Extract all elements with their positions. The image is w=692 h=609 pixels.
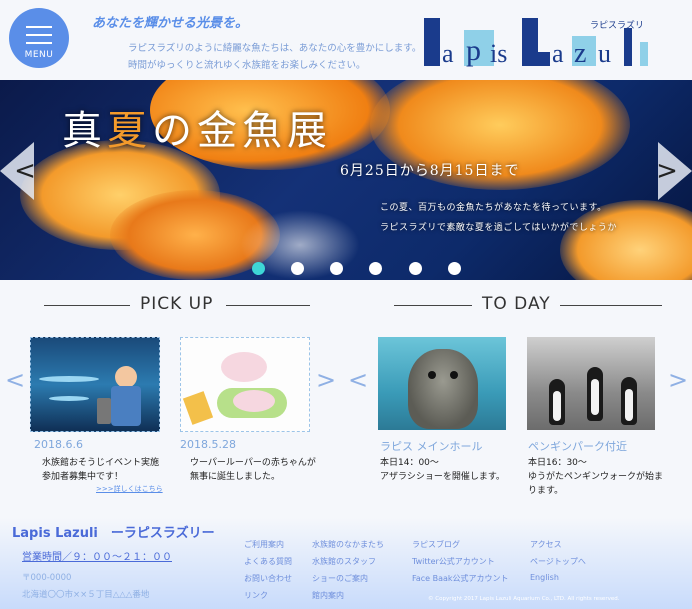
footer-link-facebook[interactable]: Face Baak公式アカウント — [412, 573, 509, 584]
today-text-2: 本日16：30～ ゆうがたペンギンウォークが始ま ります。 — [528, 458, 664, 496]
chevron-right-icon: > — [656, 156, 678, 186]
pickup-date-1: 2018.6.6 — [34, 438, 83, 451]
footer-link-pagetop[interactable]: ページトップへ — [530, 556, 586, 567]
divider — [394, 305, 472, 306]
divider — [44, 305, 130, 306]
today-next-icon[interactable]: > — [668, 366, 688, 394]
hero-title: 真夏の金魚展 — [62, 108, 332, 154]
footer-link-twitter[interactable]: Twitter公式アカウント — [412, 556, 495, 567]
carousel-dot-3[interactable] — [330, 262, 343, 275]
svg-text:p: p — [466, 34, 481, 67]
footer-link-faq[interactable]: よくある質問 — [244, 556, 292, 567]
carousel-prev-button[interactable]: < — [0, 142, 34, 200]
footer-link-english[interactable]: English — [530, 573, 559, 582]
footer-link-floor[interactable]: 館内案内 — [312, 590, 344, 601]
today-card-image-penguins[interactable] — [527, 337, 655, 430]
svg-text:is: is — [490, 39, 507, 68]
pickup-text-1: 水族館おそうじイベント実施 参加者募集中です！ — [42, 458, 160, 482]
footer-link-shows[interactable]: ショーのご案内 — [312, 573, 368, 584]
pickup-card-image-cleaning[interactable] — [30, 337, 160, 432]
today-heading: TO DAY — [482, 294, 551, 314]
divider — [226, 305, 310, 306]
pickup-card-image-axolotl[interactable] — [180, 337, 310, 432]
hero-carousel[interactable]: 真夏の金魚展 6月25日から8月15日まで この夏、百万もの金魚たちがあなたを待… — [0, 80, 692, 280]
chevron-left-icon: < — [14, 156, 36, 186]
footer-link-guide[interactable]: ご利用案内 — [244, 539, 284, 550]
hamburger-icon-line — [26, 34, 52, 36]
footer-hours: 営業時間／９：００～２１：００ — [22, 552, 172, 563]
footer-link-access[interactable]: アクセス — [530, 539, 562, 550]
pickup-date-2: 2018.5.28 — [180, 438, 236, 451]
pickup-more-link[interactable]: >>>詳しくはこちら — [96, 484, 163, 494]
footer-site-name: Lapis Lazuli ーラピスラズリー — [12, 526, 215, 541]
hero-copy-line-2: ラピスラズリで素敵な夏を過ごしてはいかがでしょうか — [380, 223, 617, 233]
carousel-dot-4[interactable] — [369, 262, 382, 275]
footer-zip: 〒000-0000 — [22, 573, 72, 583]
footer-link-contact[interactable]: お問い合わせ — [244, 573, 292, 584]
pickup-text-2: ウーパールーパーの赤ちゃんが 無事に誕生しました。 — [190, 458, 316, 482]
footer-link-staff[interactable]: 水族館のスタッフ — [312, 556, 376, 567]
svg-text:u: u — [598, 39, 611, 68]
hamburger-icon — [26, 26, 52, 28]
hero-copy-line-1: この夏、百万もの金魚たちがあなたを待っています。 — [380, 203, 607, 213]
today-text-1: 本日14：00～ アザラシショーを開催します。 — [380, 458, 505, 482]
intro-line-1: ラピスラズリのように綺麗な魚たちは、あなたの心を豊かにします。 — [128, 43, 422, 54]
today-place-2: ペンギンパーク付近 — [528, 440, 627, 453]
footer-link-links[interactable]: リンク — [244, 590, 268, 601]
svg-text:a: a — [552, 39, 564, 68]
intro-line-2: 時間がゆっくりと流れゆく水族館をお楽しみください。 — [128, 60, 366, 71]
carousel-dot-1[interactable] — [252, 262, 265, 275]
footer-link-blog[interactable]: ラピスブログ — [412, 539, 460, 550]
footer-link-friends[interactable]: 水族館のなかまたち — [312, 539, 384, 550]
hero-dates: 6月25日から8月15日まで — [340, 163, 520, 179]
today-prev-icon[interactable]: < — [348, 366, 368, 394]
carousel-next-button[interactable]: > — [658, 142, 692, 200]
tagline: あなたを輝かせる光景を。 — [92, 16, 249, 31]
footer-address: 北海道〇〇市××５丁目△△△番地 — [22, 590, 150, 600]
carousel-dot-5[interactable] — [409, 262, 422, 275]
menu-button[interactable]: MENU — [9, 8, 69, 68]
carousel-dot-6[interactable] — [448, 262, 461, 275]
pickup-next-icon[interactable]: > — [316, 366, 336, 394]
svg-text:a: a — [442, 39, 454, 68]
menu-label: MENU — [24, 50, 54, 60]
logo-kana: ラピスラズリ — [590, 19, 644, 31]
copyright: © Copyright 2017 Lapis Lazuli Aquarium C… — [428, 596, 620, 602]
pickup-prev-icon[interactable]: < — [5, 366, 25, 394]
divider — [560, 305, 662, 306]
pickup-heading: PICK UP — [140, 294, 214, 314]
hamburger-icon-line — [26, 42, 52, 44]
carousel-dot-2[interactable] — [291, 262, 304, 275]
today-card-image-seal[interactable] — [378, 337, 506, 430]
site-logo[interactable]: a p is a z u ラピスラズリ — [420, 12, 656, 70]
today-place-1: ラピス メインホール — [380, 440, 483, 453]
svg-text:z: z — [574, 38, 586, 69]
